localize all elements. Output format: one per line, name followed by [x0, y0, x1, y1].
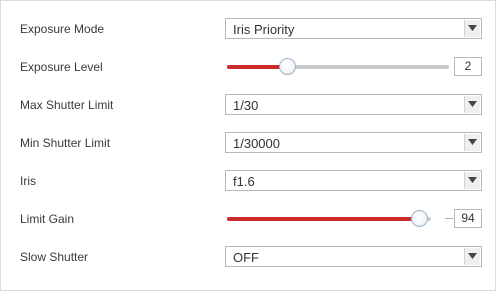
row-min-shutter-limit: Min Shutter Limit 1/30000 — [1, 128, 496, 158]
slider-knob[interactable] — [410, 210, 428, 227]
exposure-settings-panel: Exposure Mode Iris Priority Exposure Lev… — [0, 0, 496, 291]
exposure-level-slider[interactable] — [225, 52, 451, 82]
chevron-down-icon[interactable] — [464, 172, 480, 189]
slow-shutter-label: Slow Shutter — [20, 250, 89, 264]
row-max-shutter-limit: Max Shutter Limit 1/30 — [1, 90, 496, 120]
slider-fill — [227, 217, 419, 221]
chevron-down-icon[interactable] — [464, 248, 480, 265]
chevron-down-icon[interactable] — [464, 20, 480, 37]
slow-shutter-value: OFF — [233, 250, 259, 265]
chevron-down-icon[interactable] — [464, 134, 480, 151]
chevron-down-icon[interactable] — [464, 96, 480, 113]
limit-gain-slider[interactable] — [225, 204, 433, 234]
min-shutter-limit-value: 1/30000 — [233, 136, 280, 151]
slider-connector — [445, 218, 453, 219]
exposure-level-label: Exposure Level — [20, 60, 103, 74]
row-exposure-level: Exposure Level 2 — [1, 52, 496, 82]
exposure-mode-value: Iris Priority — [233, 22, 295, 37]
min-shutter-limit-select[interactable]: 1/30000 — [225, 132, 482, 153]
limit-gain-label: Limit Gain — [20, 212, 75, 226]
min-shutter-limit-label: Min Shutter Limit — [20, 136, 111, 150]
row-exposure-mode: Exposure Mode Iris Priority — [1, 14, 496, 44]
limit-gain-value-input[interactable]: 94 — [454, 209, 482, 228]
exposure-mode-label: Exposure Mode — [20, 22, 105, 36]
iris-select[interactable]: f1.6 — [225, 170, 482, 191]
slow-shutter-select[interactable]: OFF — [225, 246, 482, 267]
max-shutter-limit-select[interactable]: 1/30 — [225, 94, 482, 115]
exposure-mode-select[interactable]: Iris Priority — [225, 18, 482, 39]
row-slow-shutter: Slow Shutter OFF — [1, 242, 496, 272]
exposure-level-value-input[interactable]: 2 — [454, 57, 482, 76]
row-limit-gain: Limit Gain 94 — [1, 204, 496, 234]
slider-fill — [227, 65, 287, 69]
iris-value: f1.6 — [233, 174, 255, 189]
max-shutter-limit-label: Max Shutter Limit — [20, 98, 114, 112]
slider-knob[interactable] — [278, 58, 296, 75]
iris-label: Iris — [20, 174, 36, 188]
max-shutter-limit-value: 1/30 — [233, 98, 259, 113]
row-iris: Iris f1.6 — [1, 166, 496, 196]
